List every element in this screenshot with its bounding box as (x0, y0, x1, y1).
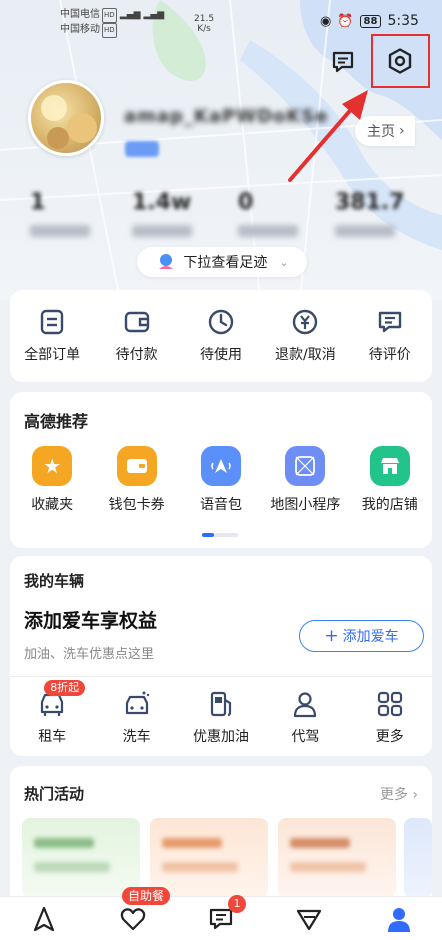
recommend-favorites[interactable]: ★ 收藏夹 (10, 446, 94, 514)
stat-3[interactable]: 0 (238, 190, 338, 237)
activity-card-1[interactable] (22, 818, 140, 898)
message-count-badge: 1 (228, 895, 246, 913)
service-rent-car[interactable]: 8折起 租车 (10, 680, 94, 746)
message-button[interactable] (327, 46, 359, 78)
vehicle-headline: 添加爱车享权益 (24, 610, 158, 632)
self-service-badge: 自助餐 (122, 887, 171, 905)
car-wash-icon (125, 691, 149, 715)
service-fuel[interactable]: 优惠加油 (179, 690, 263, 746)
vehicle-subtitle: 加油、洗车优惠点这里 (24, 647, 155, 662)
activities-more-link[interactable]: 更多 › (380, 784, 418, 804)
discount-badge: 8折起 (44, 680, 86, 696)
stat-2[interactable]: 1.4w (132, 190, 232, 237)
chevron-right-icon: › (399, 123, 405, 139)
wallet-card-icon (116, 446, 157, 486)
comment-icon (378, 311, 401, 333)
order-all[interactable]: 全部订单 (10, 308, 94, 364)
vehicle-card: 我的车辆 添加爱车享权益 加油、洗车优惠点这里 8折起 租车 洗车 优惠加油 代… (10, 556, 432, 756)
net-speed: 21.5 K/s (194, 14, 215, 34)
username: amap_KaPWDoKSe (124, 106, 329, 127)
vehicle-title: 我的车辆 (24, 572, 85, 590)
recommend-card: 高德推荐 ★ 收藏夹 钱包卡券 语音包 地图小程序 我的店铺 (10, 392, 432, 548)
yuan-refund-icon (293, 309, 318, 335)
status-right: ◉ ⏰ 88 5:35 (320, 13, 419, 29)
alarm-icon: ⏰ (337, 14, 354, 29)
eye-icon: ◉ (320, 14, 332, 29)
star-icon: ★ (32, 446, 73, 486)
highlight-box (371, 34, 430, 88)
level-badge (125, 141, 159, 157)
heart-tab-icon[interactable] (119, 905, 147, 933)
bottom-tab-bar: 自助餐 1 (0, 887, 442, 940)
navigation-icon[interactable] (30, 905, 58, 933)
chevron-down-icon: ⌄ (279, 255, 289, 269)
voice-icon (200, 446, 241, 486)
order-refund[interactable]: 退款/取消 (263, 308, 347, 364)
homepage-label: 主页 (367, 124, 395, 140)
recommend-my-shop[interactable]: 我的店铺 (348, 446, 432, 514)
add-car-button[interactable]: + 添加爱车 (299, 620, 424, 652)
stat-4[interactable]: 381.7 (335, 190, 435, 237)
discover-tab-icon[interactable] (295, 905, 323, 933)
recommend-mini-program[interactable]: 地图小程序 (263, 446, 347, 514)
profile-tab-icon[interactable] (385, 905, 413, 933)
battery-indicator: 88 (359, 15, 382, 28)
recommend-wallet[interactable]: 钱包卡券 (95, 446, 179, 514)
stat-1[interactable]: 1 (30, 190, 130, 237)
recommend-voice[interactable]: 语音包 (179, 446, 263, 514)
service-driver[interactable]: 代驾 (263, 690, 347, 746)
activity-card-4[interactable] (404, 818, 432, 898)
driver-icon (294, 692, 317, 718)
activities-title: 热门活动 (24, 785, 85, 803)
service-more[interactable]: 更多 (348, 690, 432, 746)
plus-icon: + (324, 626, 339, 646)
order-to-use[interactable]: 待使用 (179, 308, 263, 364)
fuel-pump-icon (210, 691, 232, 717)
order-list-icon (40, 309, 64, 335)
status-carriers: 中国电信 HD ▂▄▆ ▂▄▆ 中国移动 HD (60, 8, 164, 38)
message-icon (332, 51, 354, 73)
carousel-indicator (202, 533, 238, 537)
activity-card-2[interactable] (150, 818, 268, 898)
footprint-pull-button[interactable]: 下拉查看足迹 ⌄ (137, 247, 307, 277)
order-unpaid[interactable]: 待付款 (95, 308, 179, 364)
orders-card: 全部订单 待付款 待使用 退款/取消 待评价 (10, 290, 432, 382)
recommend-title: 高德推荐 (24, 412, 89, 431)
footprint-icon (159, 254, 174, 269)
service-car-wash[interactable]: 洗车 (95, 690, 179, 746)
mini-program-icon (285, 446, 326, 486)
status-time: 5:35 (387, 13, 419, 29)
wallet-icon (124, 311, 149, 333)
homepage-button[interactable]: 主页 › (355, 116, 415, 146)
footprint-label: 下拉查看足迹 (183, 255, 268, 271)
clock-icon (208, 309, 234, 335)
shop-icon (369, 446, 410, 486)
profile-header: 中国电信 HD ▂▄▆ ▂▄▆ 中国移动 HD 21.5 K/s ◉ ⏰ 88 5:… (0, 0, 442, 300)
order-review[interactable]: 待评价 (348, 308, 432, 364)
activity-card-3[interactable] (278, 818, 396, 898)
grid-more-icon (377, 691, 402, 717)
avatar[interactable] (28, 80, 104, 156)
divider (10, 676, 432, 677)
